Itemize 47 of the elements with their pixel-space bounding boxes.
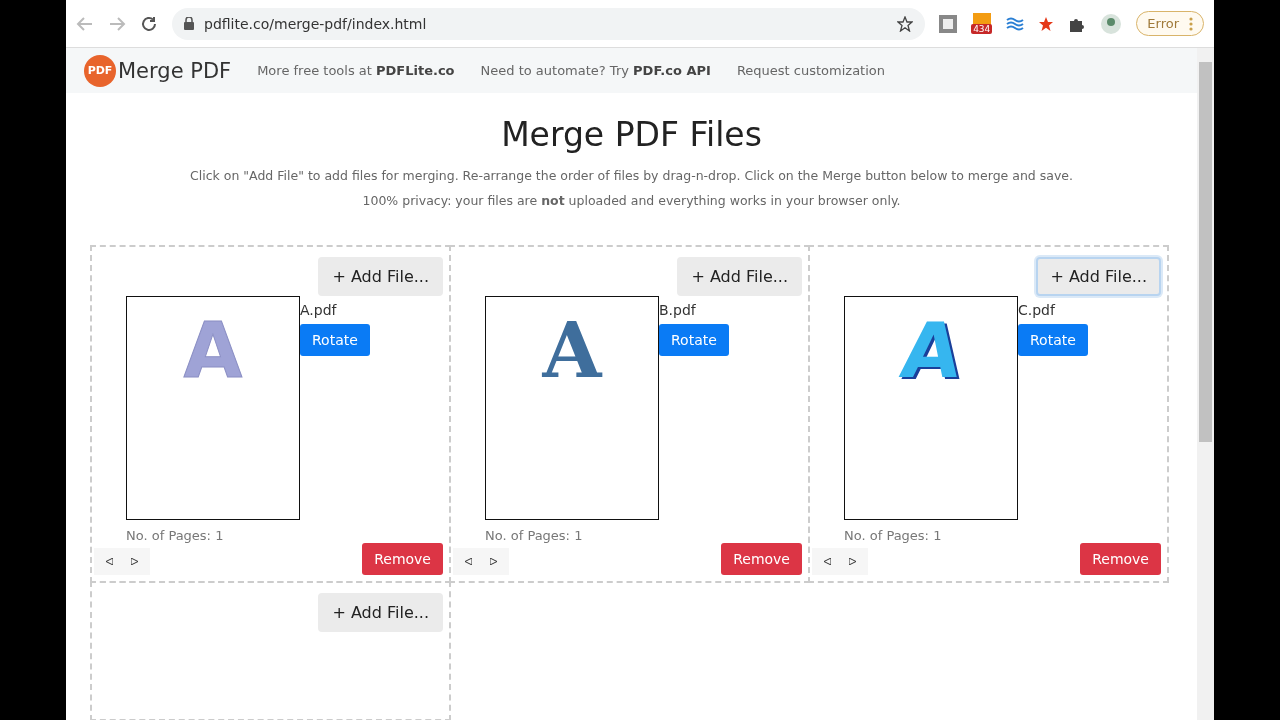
preview-letter: A [542, 313, 602, 389]
page-title: Merge PDF Files [500, 115, 763, 154]
waves-icon[interactable] [1006, 16, 1025, 31]
move-left-icon[interactable] [465, 558, 472, 565]
star-icon[interactable] [1038, 15, 1055, 32]
extension-icon[interactable] [972, 13, 991, 27]
remove-button[interactable]: Remove [1080, 543, 1161, 575]
add-file-button[interactable]: + Add File... [318, 593, 443, 632]
remove-button[interactable]: Remove [721, 543, 802, 575]
file-name: B.pdf [659, 302, 696, 318]
avatar-icon[interactable] [1100, 12, 1123, 35]
nav-link[interactable]: Request customization [736, 63, 885, 78]
scrollbar[interactable] [1197, 48, 1214, 720]
intro-text: 100% privacy: your files are not uploaded and everything works in your browser only. [361, 193, 902, 208]
remove-button[interactable]: Remove [362, 543, 443, 575]
page-count: No. of Pages: 1 [844, 528, 943, 543]
intro-text: Click on "Add File" to add files for merging. Re-arrange the order of files by drag-n-drop. Click on the Merge button below to merge and save. [189, 168, 1074, 183]
add-file-button[interactable]: + Add File... [318, 257, 443, 296]
logo[interactable]: PDF [84, 54, 116, 87]
lock-icon [184, 17, 194, 30]
move-right-icon[interactable] [849, 558, 856, 565]
star-icon[interactable] [897, 15, 914, 32]
file-name: C.pdf [1018, 302, 1055, 318]
add-file-button[interactable]: + Add File... [677, 257, 802, 296]
brand-name[interactable]: Merge PDF [118, 58, 232, 83]
add-file-button[interactable]: + Add File... [1036, 257, 1161, 296]
page-count: No. of Pages: 1 [485, 528, 584, 543]
preview-letter: A [896, 313, 966, 389]
more-icon [1189, 16, 1193, 31]
move-right-icon[interactable] [131, 558, 138, 565]
count-badge: 434 [971, 24, 993, 34]
rotate-button[interactable]: Rotate [659, 324, 729, 356]
rotate-button[interactable]: Rotate [300, 324, 370, 356]
nav-link[interactable]: More free tools at PDFLite.co [257, 63, 455, 78]
file-name: A.pdf [300, 302, 337, 318]
preview-letter: A [183, 313, 243, 389]
reload-icon[interactable] [140, 14, 158, 33]
extension-icon[interactable] [939, 14, 958, 33]
move-left-icon[interactable] [106, 558, 113, 565]
rotate-button[interactable]: Rotate [1018, 324, 1088, 356]
url-text: pdflite.co/merge-pdf/index.html [204, 15, 428, 32]
page-count: No. of Pages: 1 [126, 528, 225, 543]
address-bar[interactable]: pdflite.co/merge-pdf/index.html [172, 7, 926, 40]
move-right-icon[interactable] [490, 558, 497, 565]
nav-link[interactable]: Need to automate? Try PDF.co API [480, 63, 711, 78]
profile-button[interactable]: Error [1136, 11, 1204, 36]
move-left-icon[interactable] [824, 558, 831, 565]
